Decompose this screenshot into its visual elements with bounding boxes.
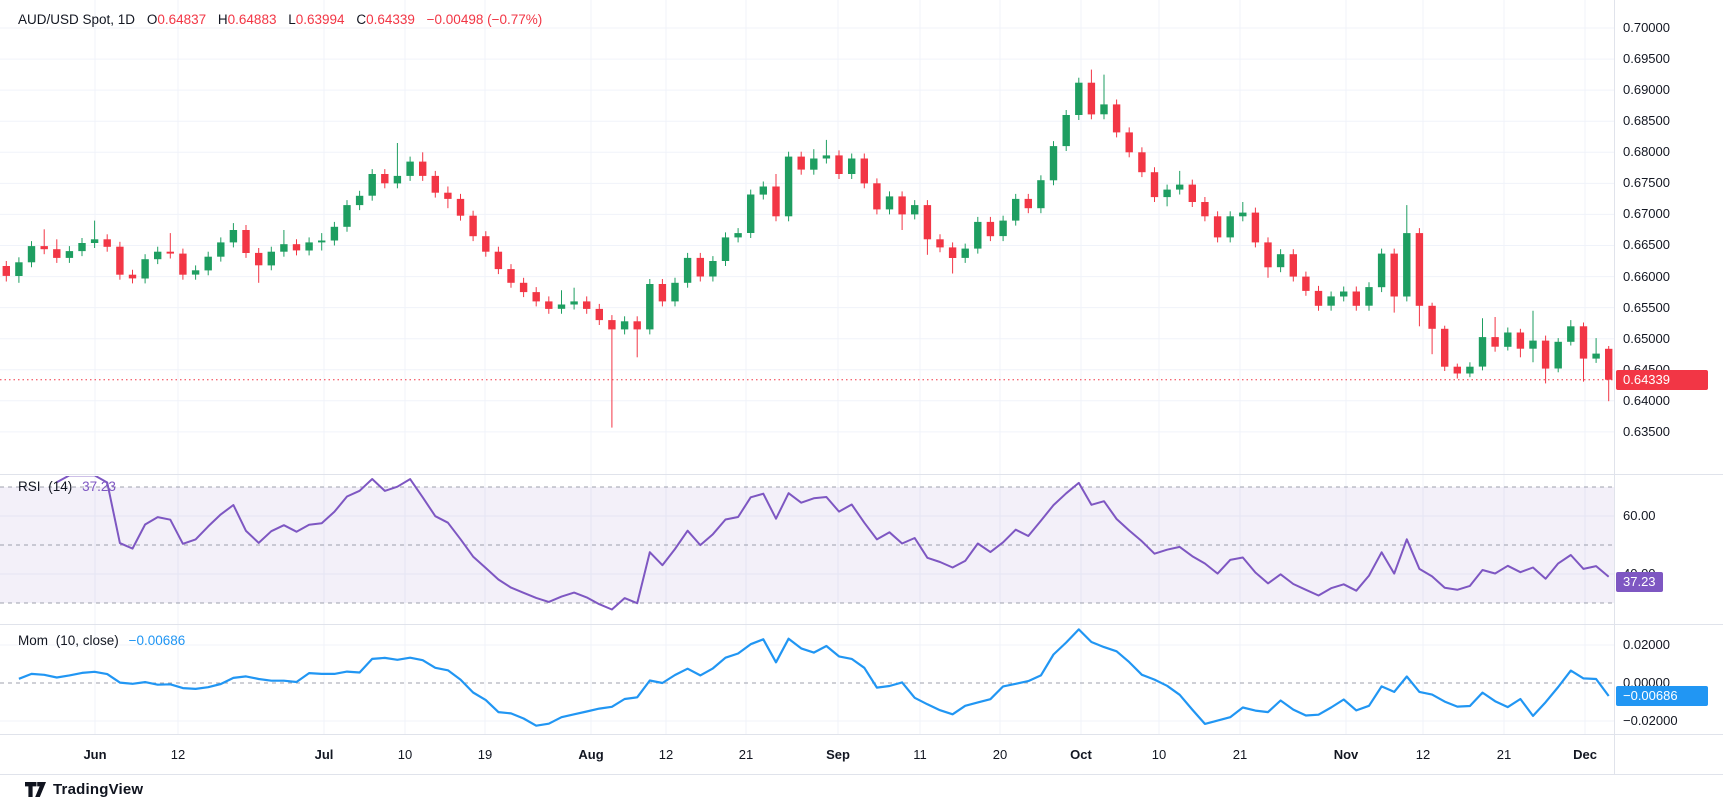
rsi-axis-label: 60.00 <box>1623 508 1656 524</box>
mom-params: (10, close) <box>56 633 119 648</box>
mom-axis-label: −0.02000 <box>1623 713 1678 729</box>
symbol-title: AUD/USD Spot, 1D <box>18 12 135 27</box>
tradingview-chart-window: AUD/USD Spot, 1D O0.64837 H0.64883 L0.63… <box>0 0 1723 803</box>
price-axis-label: 0.68000 <box>1623 144 1670 160</box>
time-axis-label: 21 <box>1497 747 1511 762</box>
close-label: C <box>356 12 366 27</box>
time-axis-label: 11 <box>913 747 927 762</box>
low-label: L <box>288 12 296 27</box>
price-axis-label: 0.70000 <box>1623 20 1670 36</box>
mom-axis-label: 0.02000 <box>1623 637 1670 653</box>
mom-pane-legend[interactable]: Mom (10, close) −0.00686 <box>18 633 185 648</box>
symbol-legend[interactable]: AUD/USD Spot, 1D O0.64837 H0.64883 L0.63… <box>18 12 542 27</box>
price-axis-label: 0.63500 <box>1623 424 1670 440</box>
low-value: 0.63994 <box>296 12 345 27</box>
rsi-pane-legend[interactable]: RSI (14) 37.23 <box>18 479 116 494</box>
price-axis-label: 0.67500 <box>1623 175 1670 191</box>
logo-row: TradingView <box>0 775 1723 803</box>
candles-layer <box>3 70 1613 428</box>
mom-line <box>19 629 1609 725</box>
open-label: O <box>147 12 158 27</box>
close-value: 0.64339 <box>366 12 415 27</box>
time-axis-label: 19 <box>478 747 492 762</box>
price-gridlines <box>0 28 1615 432</box>
rsi-title: RSI <box>18 479 41 494</box>
price-axis-label: 0.66500 <box>1623 237 1670 253</box>
price-axis-label: 0.68500 <box>1623 113 1670 129</box>
time-axis-label: Oct <box>1070 747 1092 762</box>
high-label: H <box>218 12 228 27</box>
price-axis-label: 0.67000 <box>1623 206 1670 222</box>
rsi-value-badge: 37.23 <box>1616 572 1663 592</box>
tradingview-logo-text[interactable]: TradingView <box>53 781 143 798</box>
rsi-value: 37.23 <box>82 479 116 494</box>
mom-value: −0.00686 <box>129 633 186 648</box>
time-axis-label: Jun <box>83 747 106 762</box>
price-axis-label: 0.66000 <box>1623 269 1670 285</box>
time-axis-label: Jul <box>315 747 334 762</box>
high-value: 0.64883 <box>228 12 277 27</box>
last-price-badge: 0.64339 <box>1616 370 1708 390</box>
time-axis-label: Sep <box>826 747 850 762</box>
rsi-params: (14) <box>48 479 72 494</box>
open-value: 0.64837 <box>157 12 206 27</box>
mom-title: Mom <box>18 633 48 648</box>
chart-canvas[interactable] <box>0 0 1723 775</box>
time-axis-label: 10 <box>398 747 412 762</box>
time-axis-label: 21 <box>739 747 753 762</box>
price-axis-label: 0.69500 <box>1623 51 1670 67</box>
time-axis-label: Nov <box>1334 747 1359 762</box>
tradingview-logo-icon[interactable] <box>25 782 46 797</box>
time-axis-label: 12 <box>171 747 185 762</box>
time-axis-label: 10 <box>1152 747 1166 762</box>
time-axis-label: 20 <box>993 747 1007 762</box>
time-axis-label: Aug <box>578 747 603 762</box>
price-axis-label: 0.69000 <box>1623 82 1670 98</box>
time-axis-label: 21 <box>1233 747 1247 762</box>
price-axis-label: 0.65500 <box>1623 300 1670 316</box>
change-value: −0.00498 (−0.77%) <box>427 12 543 27</box>
mom-value-badge: −0.00686 <box>1616 686 1708 706</box>
time-axis-label: Dec <box>1573 747 1597 762</box>
price-axis-label: 0.64000 <box>1623 393 1670 409</box>
time-axis-label: 12 <box>1416 747 1430 762</box>
time-axis-label: 12 <box>659 747 673 762</box>
price-axis-label: 0.65000 <box>1623 331 1670 347</box>
